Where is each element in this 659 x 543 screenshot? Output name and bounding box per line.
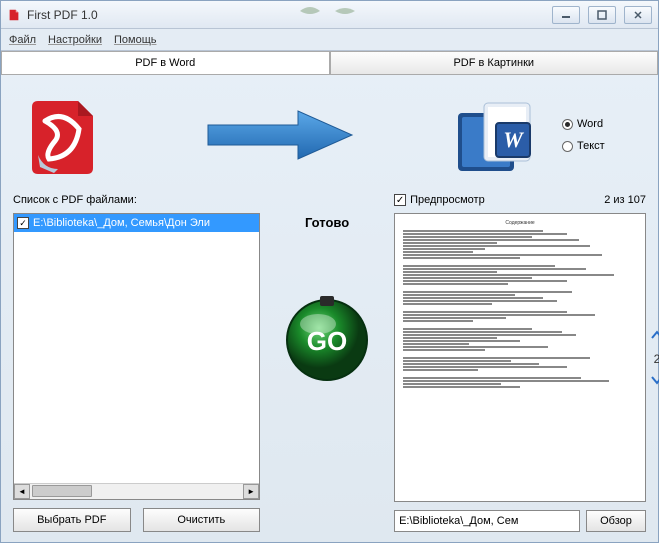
pdf-icon bbox=[23, 93, 108, 178]
go-button[interactable]: GO bbox=[280, 290, 374, 384]
output-path-field[interactable]: E:\Biblioteka\_Дом, Сем bbox=[394, 510, 580, 532]
file-list-label: Список с PDF файлами: bbox=[13, 194, 137, 206]
svg-text:GO: GO bbox=[307, 326, 347, 356]
page-up-button[interactable] bbox=[650, 329, 659, 344]
radio-word[interactable]: Word bbox=[562, 118, 636, 130]
tab-label: PDF в Word bbox=[135, 57, 195, 69]
radio-icon bbox=[562, 141, 573, 152]
maximize-button[interactable] bbox=[588, 6, 616, 24]
scrollbar-horizontal[interactable]: ◄ ► bbox=[14, 483, 259, 499]
file-item-label: E:\Biblioteka\_Дом, Семья\Дон Эли bbox=[33, 217, 210, 229]
radio-text[interactable]: Текст bbox=[562, 140, 636, 152]
clear-button[interactable]: Очистить bbox=[143, 508, 261, 532]
choose-pdf-button[interactable]: Выбрать PDF bbox=[13, 508, 131, 532]
list-item[interactable]: ✓ E:\Biblioteka\_Дом, Семья\Дон Эли bbox=[14, 214, 259, 232]
menu-settings[interactable]: Настройки bbox=[48, 34, 102, 46]
minimize-button[interactable] bbox=[552, 6, 580, 24]
page-counter: 2 из 107 bbox=[604, 194, 646, 206]
go-icon: GO bbox=[280, 290, 374, 384]
browse-button[interactable]: Обзор bbox=[586, 510, 646, 532]
window-title: First PDF 1.0 bbox=[27, 8, 98, 22]
scroll-right-icon[interactable]: ► bbox=[243, 484, 259, 499]
button-label: Очистить bbox=[177, 514, 225, 526]
tab-pdf-to-images[interactable]: PDF в Картинки bbox=[330, 51, 659, 74]
file-list[interactable]: ✓ E:\Biblioteka\_Дом, Семья\Дон Эли ◄ ► bbox=[13, 213, 260, 500]
status-text: Готово bbox=[305, 215, 349, 230]
scroll-left-icon[interactable]: ◄ bbox=[14, 484, 30, 499]
chevron-down-icon bbox=[650, 374, 659, 386]
menu-help[interactable]: Помощь bbox=[114, 34, 157, 46]
close-button[interactable] bbox=[624, 6, 652, 24]
tab-label: PDF в Картинки bbox=[453, 57, 534, 69]
button-label: Выбрать PDF bbox=[37, 514, 106, 526]
preview-pane: Содержание bbox=[394, 213, 646, 502]
button-label: Обзор bbox=[600, 515, 632, 527]
menu-file[interactable]: Файл bbox=[9, 34, 36, 46]
radio-text-label: Текст bbox=[577, 140, 605, 152]
tab-pdf-to-word[interactable]: PDF в Word bbox=[1, 51, 330, 74]
minimize-icon bbox=[561, 11, 571, 19]
chevron-up-icon bbox=[650, 329, 659, 341]
checkbox-icon[interactable]: ✓ bbox=[17, 217, 29, 229]
decor-leaf bbox=[290, 3, 370, 19]
scroll-thumb[interactable] bbox=[32, 485, 92, 497]
current-page-number: 2 bbox=[654, 352, 659, 366]
maximize-icon bbox=[597, 10, 607, 20]
arrow-icon bbox=[200, 105, 360, 165]
radio-word-label: Word bbox=[577, 118, 603, 130]
svg-text:W: W bbox=[503, 127, 524, 152]
close-icon bbox=[633, 10, 643, 20]
page-down-button[interactable] bbox=[650, 374, 659, 389]
radio-icon bbox=[562, 119, 573, 130]
output-path-value: E:\Biblioteka\_Дом, Сем bbox=[399, 515, 518, 527]
preview-label: Предпросмотр bbox=[410, 194, 485, 206]
word-icon: W bbox=[454, 93, 534, 178]
app-icon bbox=[7, 8, 21, 22]
preview-checkbox[interactable]: ✓ bbox=[394, 194, 406, 206]
